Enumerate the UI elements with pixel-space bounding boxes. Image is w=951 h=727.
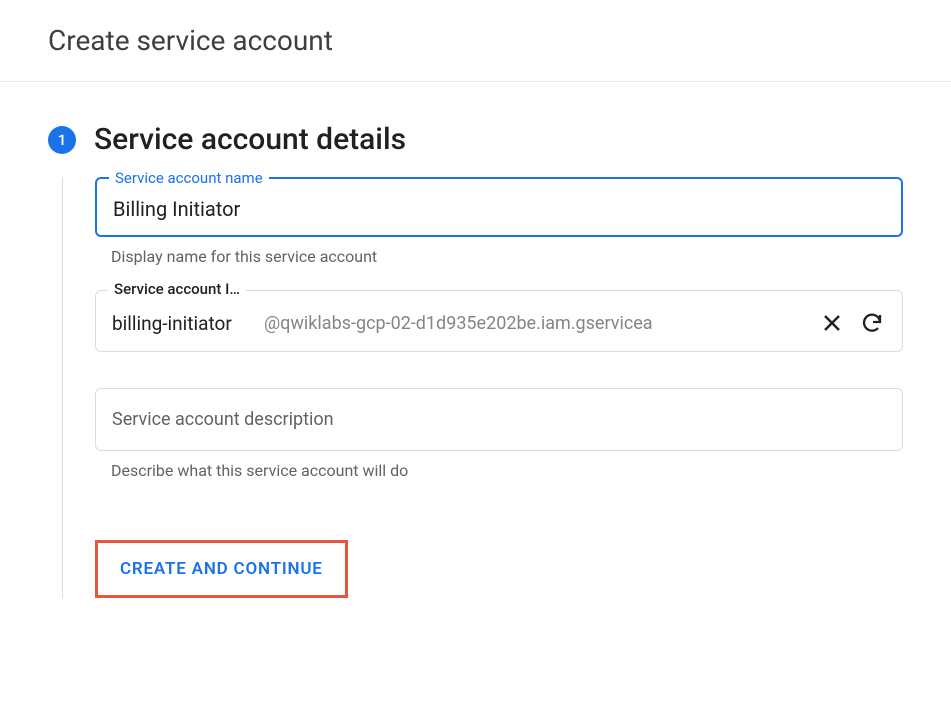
page-title: Create service account xyxy=(48,24,903,57)
step-1-badge: 1 xyxy=(48,126,76,154)
step-1-title: Service account details xyxy=(94,122,903,157)
service-account-description-input[interactable] xyxy=(112,409,886,430)
description-field-hint: Describe what this service account will … xyxy=(95,461,903,480)
step-body: Service account name Display name for th… xyxy=(95,177,903,598)
clear-icon[interactable] xyxy=(818,309,846,337)
service-account-description-field[interactable] xyxy=(95,388,903,451)
name-field-group: Service account name Display name for th… xyxy=(95,177,903,266)
button-row: CREATE AND CONTINUE xyxy=(95,540,903,598)
id-field-group: Service account I… @qwiklabs-gcp-02-d1d9… xyxy=(95,290,903,352)
name-field-label: Service account name xyxy=(109,169,269,187)
id-suffix-text: @qwiklabs-gcp-02-d1d935e202be.iam.gservi… xyxy=(264,313,806,334)
page-header: Create service account xyxy=(0,0,951,82)
description-field-group: Describe what this service account will … xyxy=(95,388,903,480)
step-line: Service account name Display name for th… xyxy=(62,177,903,598)
content-area: 1 Service account details Service accoun… xyxy=(0,82,951,638)
refresh-icon[interactable] xyxy=(858,309,886,337)
service-account-name-field[interactable]: Service account name xyxy=(95,177,903,237)
service-account-id-input[interactable] xyxy=(112,312,252,335)
id-field-label: Service account I… xyxy=(108,280,246,298)
service-account-name-input[interactable] xyxy=(113,197,885,221)
create-and-continue-button[interactable]: CREATE AND CONTINUE xyxy=(95,540,348,598)
name-field-hint: Display name for this service account xyxy=(95,247,903,266)
service-account-id-field[interactable]: Service account I… @qwiklabs-gcp-02-d1d9… xyxy=(95,290,903,352)
